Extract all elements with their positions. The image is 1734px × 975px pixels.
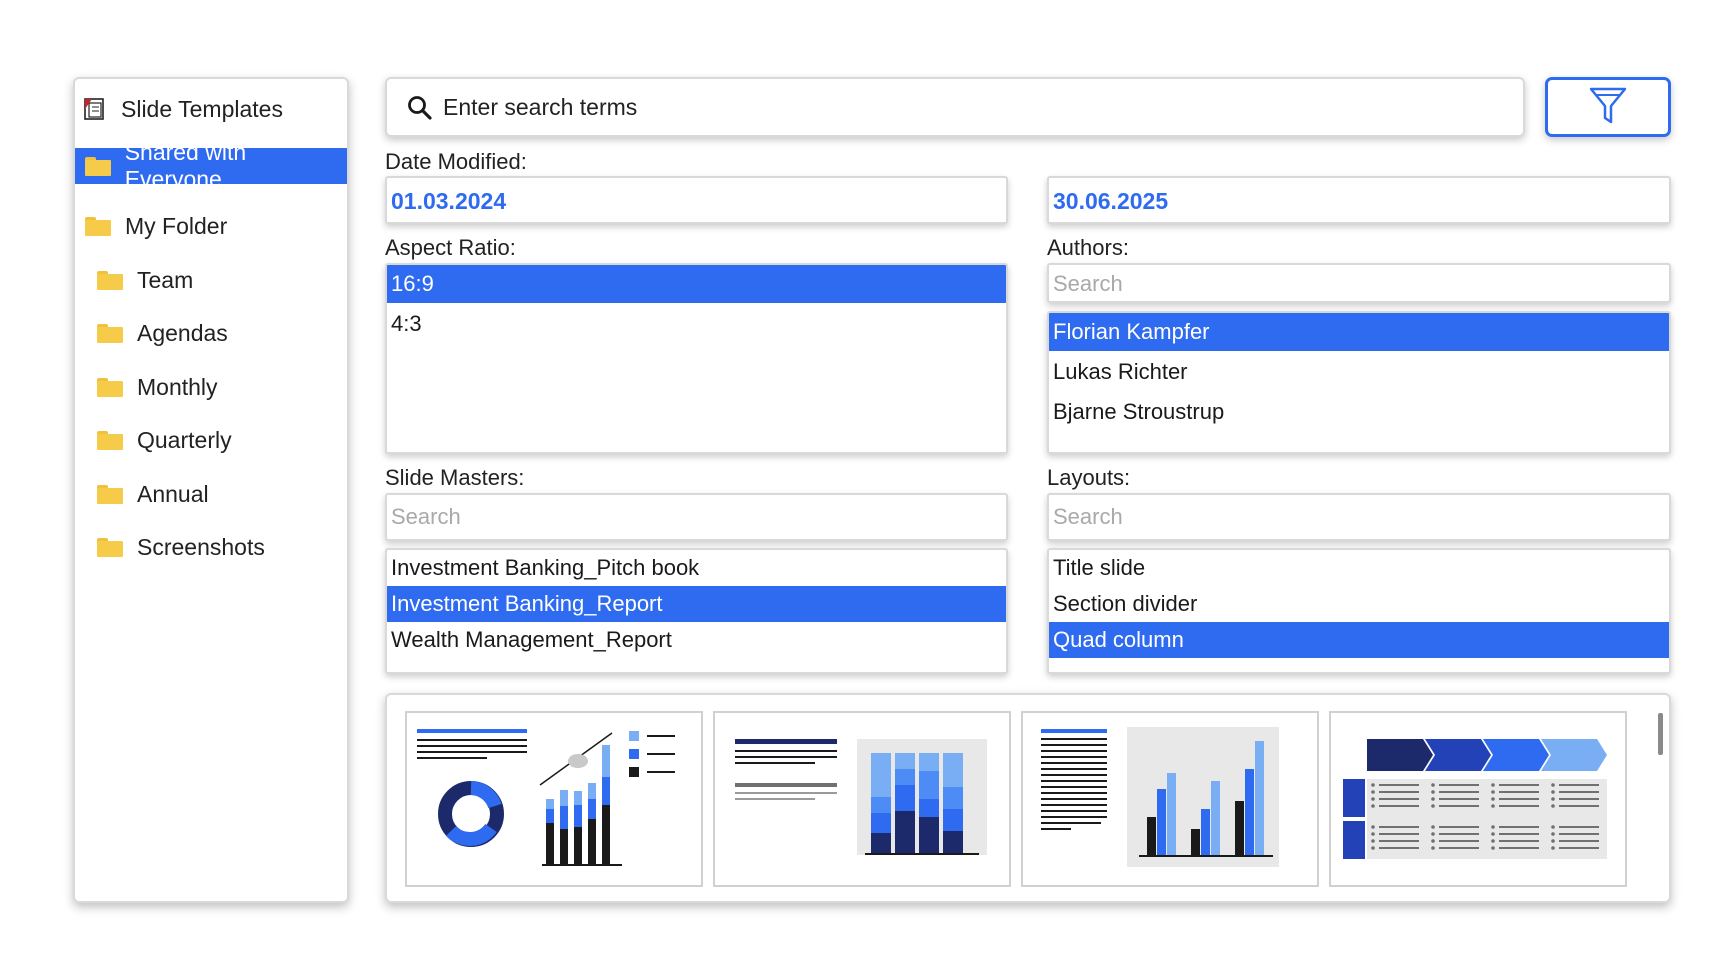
sidebar-item-label: Screenshots — [137, 533, 265, 560]
sidebar-item-my-folder[interactable]: My Folder — [75, 205, 347, 247]
list-item-author[interactable]: Lukas Richter — [1049, 353, 1669, 391]
list-item-layout[interactable]: Quad column — [1049, 622, 1669, 658]
sidebar-item-label: Shared with Everyone — [124, 139, 247, 192]
authors-search-input[interactable] — [1053, 268, 1642, 300]
folder-icon — [97, 270, 123, 290]
sidebar-item-label: Quarterly — [137, 426, 232, 453]
slide-masters-search-field[interactable] — [385, 493, 1008, 541]
sidebar-header: Slide Templates — [75, 91, 347, 127]
sidebar-item-agendas[interactable]: Agendas — [75, 312, 347, 354]
list-item-slide-master[interactable]: Wealth Management_Report — [387, 622, 1006, 658]
filter-button[interactable] — [1545, 77, 1671, 137]
search-input[interactable] — [443, 87, 1503, 127]
slide-masters-list: Investment Banking_Pitch book Investment… — [385, 548, 1008, 674]
template-thumbnail[interactable] — [1329, 711, 1627, 887]
thumbnail-preview — [417, 729, 675, 866]
folder-icon — [97, 323, 123, 343]
thumbnail-preview — [1041, 727, 1279, 867]
list-item-layout[interactable]: Section divider — [1049, 586, 1669, 622]
search-icon — [407, 95, 433, 126]
list-item-4-3[interactable]: 4:3 — [387, 305, 1006, 343]
sidebar-item-label: My Folder — [125, 212, 228, 239]
template-thumbnail[interactable] — [713, 711, 1011, 887]
folder-icon — [97, 484, 123, 504]
list-item-author[interactable]: Florian Kampfer — [1049, 313, 1669, 351]
sidebar-item-annual[interactable]: Annual — [75, 473, 347, 515]
layouts-label: Layouts: — [1047, 465, 1131, 490]
template-thumbnails — [385, 693, 1671, 903]
authors-label: Authors: — [1047, 235, 1129, 260]
date-to-value: 30.06.2025 — [1053, 188, 1169, 214]
sidebar-item-label: Team — [137, 266, 194, 293]
sidebar-item-team[interactable]: Team — [75, 259, 347, 301]
search-bar[interactable] — [385, 77, 1525, 137]
layouts-search-field[interactable] — [1047, 493, 1671, 541]
sidebar-item-screenshots[interactable]: Screenshots — [75, 526, 347, 568]
sidebar-item-monthly[interactable]: Monthly — [75, 366, 347, 408]
slide-masters-search-input[interactable] — [391, 501, 980, 533]
date-modified-label: Date Modified: — [385, 149, 527, 174]
sidebar-item-label: Agendas — [137, 319, 228, 346]
aspect-ratio-list: 16:9 4:3 — [385, 263, 1008, 454]
folder-icon — [97, 377, 123, 397]
sidebar-item-shared-with-everyone[interactable]: Shared with Everyone — [75, 139, 347, 192]
folder-icon — [85, 156, 111, 176]
list-item-slide-master[interactable]: Investment Banking_Pitch book — [387, 550, 1006, 586]
list-item-slide-master[interactable]: Investment Banking_Report — [387, 586, 1006, 622]
layouts-list: Title slide Section divider Quad column — [1047, 548, 1671, 674]
filter-icon — [1588, 85, 1628, 130]
authors-list: Florian Kampfer Lukas Richter Bjarne Str… — [1047, 311, 1671, 454]
date-from-value: 01.03.2024 — [391, 188, 507, 214]
sidebar-item-label: Monthly — [137, 373, 218, 400]
folder-icon — [85, 216, 111, 236]
sidebar-item-label: Annual — [137, 480, 209, 507]
list-item-author[interactable]: Bjarne Stroustrup — [1049, 393, 1669, 431]
slide-masters-label: Slide Masters: — [385, 465, 525, 490]
date-to-field[interactable]: 30.06.2025 — [1047, 176, 1671, 224]
template-thumbnail[interactable] — [1021, 711, 1319, 887]
folder-icon — [97, 430, 123, 450]
aspect-ratio-label: Aspect Ratio: — [385, 235, 516, 260]
date-from-field[interactable]: 01.03.2024 — [385, 176, 1008, 224]
folder-icon — [97, 537, 123, 557]
sidebar-item-quarterly[interactable]: Quarterly — [75, 419, 347, 461]
layouts-search-input[interactable] — [1053, 501, 1642, 533]
template-thumbnail[interactable] — [405, 711, 703, 887]
thumbnail-preview — [735, 739, 987, 855]
sidebar: Slide Templates Shared with Everyone My … — [73, 77, 349, 903]
thumbnails-scrollbar[interactable] — [1658, 713, 1663, 755]
slide-templates-icon — [83, 97, 107, 121]
thumbnail-preview — [1343, 739, 1607, 859]
list-item-layout[interactable]: Title slide — [1049, 550, 1669, 586]
list-item-16-9[interactable]: 16:9 — [387, 265, 1006, 303]
authors-search-field[interactable] — [1047, 263, 1671, 303]
sidebar-title: Slide Templates — [121, 95, 283, 122]
